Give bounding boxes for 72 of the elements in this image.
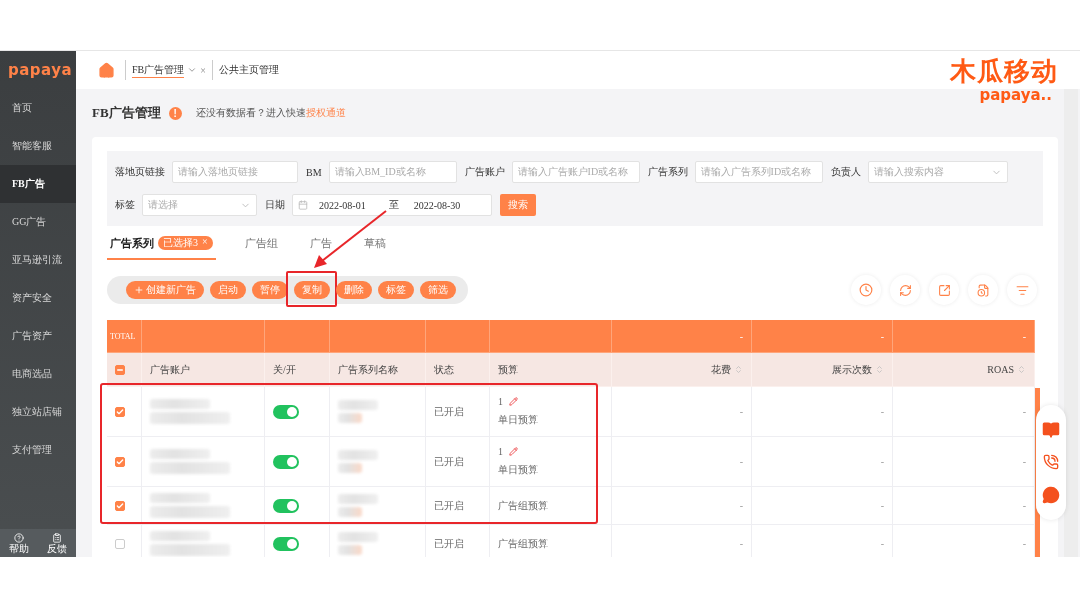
file-clock-icon[interactable] — [968, 275, 998, 305]
check-icon — [116, 501, 124, 510]
phone-icon[interactable] — [1043, 454, 1059, 471]
sidebar-item[interactable]: 资产安全 — [0, 279, 76, 317]
toggle-switch[interactable] — [273, 498, 299, 513]
clipboard-icon — [52, 532, 62, 543]
level-tab[interactable]: 草稿 — [360, 236, 389, 260]
pencil-icon[interactable] — [509, 397, 518, 406]
toggle-switch[interactable] — [273, 404, 299, 419]
status-text: 已开启 — [434, 498, 464, 513]
select-all-checkbox[interactable] — [115, 364, 125, 375]
feedback-button[interactable]: 反馈 — [47, 532, 67, 554]
filter-icon[interactable] — [1007, 275, 1037, 305]
budget-type: 单日预算 — [498, 413, 538, 427]
budget-type: 广告组预算 — [498, 498, 548, 513]
sidebar-item[interactable]: GG广告 — [0, 203, 76, 241]
status-text: 已开启 — [434, 536, 464, 551]
budget-value: 1 — [498, 396, 503, 407]
status-text: 已开启 — [434, 454, 464, 469]
pencil-icon[interactable] — [509, 447, 518, 456]
filter-label: 落地页链接 — [115, 165, 165, 179]
filter-label: 广告账户 — [464, 165, 505, 179]
sidebar-item[interactable]: FB广告 — [0, 165, 76, 203]
sort-icon[interactable] — [875, 365, 884, 374]
clock-icon[interactable] — [851, 275, 881, 305]
check-icon — [116, 457, 124, 466]
page-title: FB广告管理 — [92, 104, 161, 122]
filter-label: 日期 — [265, 198, 285, 212]
check-icon — [116, 407, 124, 416]
help-button[interactable]: 帮助 — [9, 532, 29, 554]
budget-type: 单日预算 — [498, 463, 538, 477]
plus-icon — [134, 285, 144, 295]
chat-icon[interactable] — [1042, 486, 1060, 505]
budget-type: 广告组预算 — [498, 536, 548, 551]
toggle-switch[interactable] — [273, 536, 299, 551]
sidebar-item[interactable]: 广告资产 — [0, 317, 76, 355]
filter-label: 标签 — [115, 198, 135, 212]
brand-logo: 木瓜移动 papaya.. — [950, 57, 1058, 104]
refresh-icon[interactable] — [890, 275, 920, 305]
filter-label: 广告系列 — [647, 165, 688, 179]
level-tab[interactable]: 广告组 — [241, 236, 281, 260]
export-icon[interactable] — [929, 275, 959, 305]
sidebar-item[interactable]: 独立站店铺 — [0, 393, 76, 431]
level-tab[interactable]: 广告 — [306, 236, 335, 260]
notice-text: 还没有数据看？进入快速授权通道 — [195, 106, 346, 120]
row-checkbox[interactable] — [115, 456, 125, 467]
sidebar-item[interactable]: 智能客服 — [0, 127, 76, 165]
help-icon — [14, 532, 24, 543]
row-checkbox[interactable] — [115, 538, 125, 549]
sidebar-item[interactable]: 首页 — [0, 89, 76, 127]
page-tab[interactable]: 公共主页管理 — [211, 60, 285, 80]
filter-label: 负责人 — [830, 165, 861, 179]
page-tab[interactable]: FB广告管理 × — [125, 60, 212, 80]
app-logo: papaya — [7, 60, 74, 81]
row-checkbox[interactable] — [115, 500, 125, 511]
row-checkbox[interactable] — [115, 406, 125, 417]
sort-icon[interactable] — [734, 365, 743, 374]
calendar-icon — [298, 200, 308, 210]
filter-label: BM — [306, 166, 322, 178]
toggle-switch[interactable] — [273, 454, 299, 469]
alert-badge: ! — [168, 106, 182, 120]
sidebar-item[interactable]: 支付管理 — [0, 431, 76, 469]
level-tab[interactable]: 广告系列 已选择3 × — [107, 236, 216, 260]
date-range-field[interactable]: 2022-08-01 至 2022-08-30 — [292, 194, 492, 216]
book-icon[interactable] — [1042, 420, 1060, 439]
budget-value: 1 — [498, 446, 503, 457]
sidebar-item[interactable]: 电商选品 — [0, 355, 76, 393]
status-text: 已开启 — [434, 404, 464, 419]
home-icon[interactable] — [98, 61, 115, 79]
chevron-down-icon — [187, 65, 198, 75]
sort-icon[interactable] — [1017, 365, 1026, 374]
sidebar-item[interactable]: 亚马逊引流 — [0, 241, 76, 279]
